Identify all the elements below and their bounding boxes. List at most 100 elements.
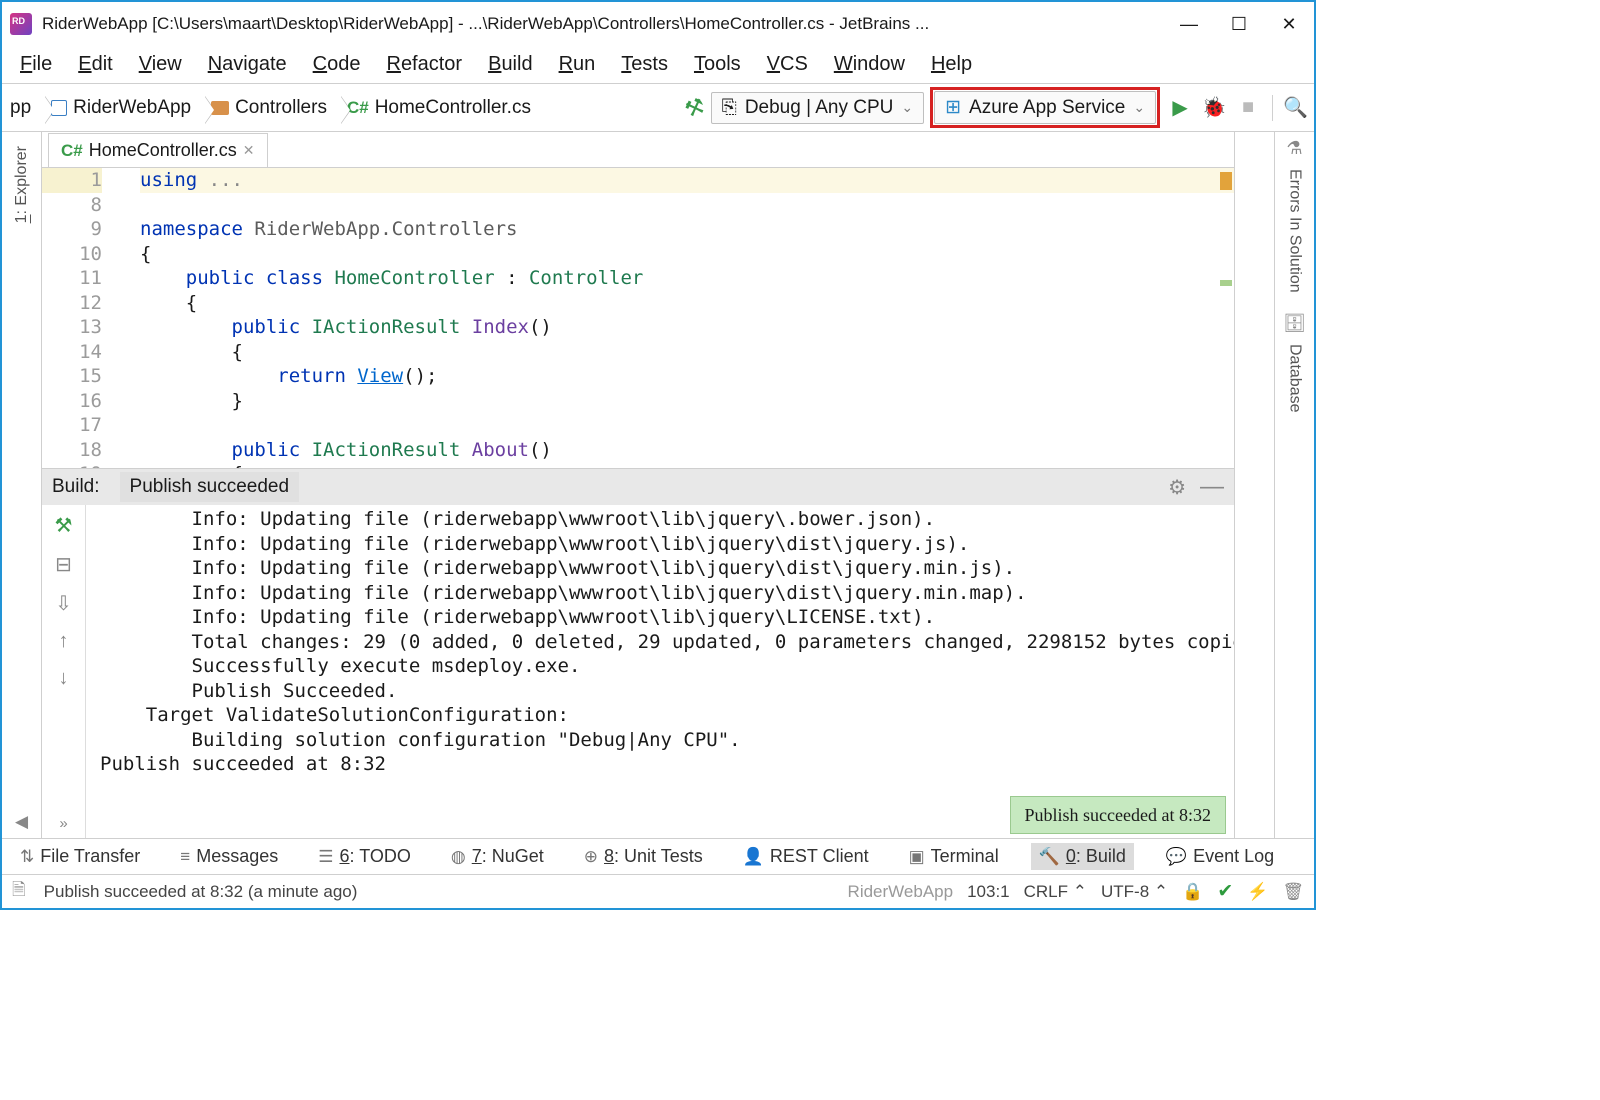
debug-button[interactable]: 🐞: [1200, 95, 1228, 120]
tab-icon: 👤: [743, 847, 764, 867]
build-panel: Build: Publish succeeded ⚙ — ⚒ ⊟ ⇩ ↑ ↓ »: [42, 468, 1234, 838]
sidebar-tab-explorer[interactable]: 1: Explorer: [13, 136, 31, 233]
code-editor[interactable]: 18910111213141516171819 using ... namesp…: [42, 168, 1234, 468]
minimize-panel-icon[interactable]: —: [1200, 473, 1224, 501]
breadcrumb-controllers[interactable]: Controllers: [205, 94, 341, 122]
breadcrumb-label: pp: [10, 97, 31, 119]
line-separator-selector[interactable]: CRLF ⌃: [1024, 882, 1087, 902]
sidebar-tab-errors[interactable]: Errors In Solution: [1286, 159, 1304, 303]
run-button[interactable]: ▶: [1166, 95, 1194, 120]
nav-toolbar: pp RiderWebApp Controllers C#HomeController…: [2, 84, 1314, 132]
chevron-down-icon: ⌄: [1133, 99, 1145, 116]
build-log[interactable]: Info: Updating file (riderwebapp\wwwroot…: [86, 505, 1234, 838]
tab-icon: ⊕: [584, 847, 598, 867]
editor-tab-label: HomeController.cs: [89, 140, 237, 161]
resharper-icon[interactable]: ⚡: [1247, 882, 1268, 902]
breadcrumb-homecontroller.cs[interactable]: C#HomeController.cs: [341, 94, 545, 122]
close-button[interactable]: ✕: [1276, 11, 1302, 37]
encoding-selector[interactable]: UTF-8 ⌃: [1101, 882, 1168, 902]
status-project: RiderWebApp: [848, 882, 954, 902]
status-message: Publish succeeded at 8:32 (a minute ago): [44, 882, 358, 902]
target-icon: ⎘: [722, 97, 737, 119]
line-number-gutter: 18910111213141516171819: [42, 168, 120, 468]
breadcrumb-label: HomeController.cs: [375, 97, 531, 119]
chevron-down-icon: ⌄: [901, 99, 913, 116]
inspection-ok-icon[interactable]: ✔: [1217, 880, 1233, 903]
caret-position: 103:1: [967, 882, 1010, 902]
menu-edit[interactable]: Edit: [66, 47, 124, 82]
menu-file[interactable]: File: [8, 47, 64, 82]
more-icon[interactable]: »: [59, 815, 67, 832]
tool-tab-nuget[interactable]: ◍7: NuGet: [443, 843, 552, 870]
status-bar: 🗎 Publish succeeded at 8:32 (a minute ag…: [2, 874, 1314, 908]
sidebar-tab-database[interactable]: Database: [1286, 334, 1304, 423]
export-icon[interactable]: ⇩: [55, 591, 72, 616]
breadcrumb-riderwebapp[interactable]: RiderWebApp: [45, 94, 205, 122]
menu-vcs[interactable]: VCS: [755, 47, 820, 82]
menu-view[interactable]: View: [127, 47, 194, 82]
tab-label: File Transfer: [40, 846, 140, 867]
tool-tab-unittests[interactable]: ⊕8: Unit Tests: [576, 843, 711, 870]
right-tool-gutter: ⚗ Errors In Solution 🗄 Database: [1274, 132, 1314, 838]
tool-tab-filetransfer[interactable]: ⇅ File Transfer: [12, 843, 148, 870]
minimize-button[interactable]: —: [1176, 11, 1202, 37]
build-status: Publish succeeded: [120, 472, 300, 502]
status-save-icon[interactable]: 🗎: [12, 877, 26, 906]
tab-label: REST Client: [770, 846, 869, 867]
lock-icon[interactable]: 🔒: [1182, 882, 1203, 902]
title-bar: RiderWebApp [C:\Users\maart\Desktop\Ride…: [2, 2, 1314, 46]
info-marker[interactable]: [1220, 280, 1232, 286]
menu-help[interactable]: Help: [919, 47, 984, 82]
run-config-dropdown[interactable]: ⊞ Azure App Service ⌄: [934, 91, 1156, 124]
warning-marker[interactable]: [1220, 172, 1232, 190]
tree-icon[interactable]: ⊟: [55, 552, 72, 577]
code-area[interactable]: using ... namespace RiderWebApp.Controll…: [138, 168, 1234, 468]
flask-icon[interactable]: ⚗: [1286, 138, 1302, 159]
breadcrumb-label: Controllers: [235, 97, 327, 119]
build-panel-header: Build: Publish succeeded ⚙ —: [42, 469, 1234, 505]
gear-icon[interactable]: ⚙: [1168, 475, 1186, 500]
build-icon[interactable]: ⚒: [681, 92, 708, 123]
build-tool-strip: ⚒ ⊟ ⇩ ↑ ↓ »: [42, 505, 86, 838]
fold-gutter: [120, 168, 138, 468]
up-arrow-icon[interactable]: ↑: [59, 630, 69, 653]
menu-window[interactable]: Window: [822, 47, 917, 82]
tool-tab-messages[interactable]: ≡Messages: [172, 843, 286, 870]
collapse-icon[interactable]: ◀: [15, 812, 28, 832]
build-config-dropdown[interactable]: ⎘ Debug | Any CPU ⌄: [711, 92, 925, 124]
left-lower-tool-gutter: [1234, 132, 1274, 838]
search-icon[interactable]: 🔍: [1283, 95, 1308, 120]
tool-tab-todo[interactable]: ☰6: TODO: [310, 843, 419, 870]
close-tab-icon[interactable]: ✕: [243, 142, 255, 159]
breadcrumb: pp RiderWebApp Controllers C#HomeController…: [4, 94, 545, 122]
editor-tab[interactable]: C# HomeController.cs ✕: [48, 133, 268, 167]
maximize-button[interactable]: ☐: [1226, 11, 1252, 37]
database-icon[interactable]: 🗄: [1283, 313, 1306, 334]
menu-tests[interactable]: Tests: [609, 47, 680, 82]
editor-tab-strip: C# HomeController.cs ✕: [42, 132, 1234, 168]
build-header-label: Build:: [52, 476, 100, 498]
separator: [1272, 95, 1273, 121]
error-stripe[interactable]: [1220, 172, 1232, 468]
menu-build[interactable]: Build: [476, 47, 544, 82]
menu-code[interactable]: Code: [301, 47, 373, 82]
memory-icon[interactable]: 🗑: [1282, 882, 1304, 902]
menu-run[interactable]: Run: [547, 47, 608, 82]
menu-refactor[interactable]: Refactor: [374, 47, 474, 82]
tool-tab-restclient[interactable]: 👤 REST Client: [735, 843, 877, 870]
tab-icon: ≡: [180, 847, 190, 867]
tool-tab-terminal[interactable]: ▣Terminal: [901, 843, 1007, 870]
hammer-icon[interactable]: ⚒: [55, 513, 73, 538]
tab-label: 0: Build: [1066, 846, 1126, 867]
menu-navigate[interactable]: Navigate: [196, 47, 299, 82]
tool-tab-build[interactable]: 🔨0: Build: [1031, 843, 1134, 870]
stop-button[interactable]: ■: [1234, 96, 1262, 119]
down-arrow-icon[interactable]: ↓: [59, 667, 69, 690]
menu-tools[interactable]: Tools: [682, 47, 753, 82]
tab-icon: ⇅: [20, 847, 34, 867]
breadcrumb-label: RiderWebApp: [73, 97, 191, 119]
breadcrumb-pp[interactable]: pp: [4, 94, 45, 122]
csharp-icon: C#: [61, 141, 83, 161]
tool-tab-eventlog[interactable]: 💬Event Log: [1158, 843, 1282, 870]
toast-notification[interactable]: Publish succeeded at 8:32: [1010, 796, 1226, 835]
